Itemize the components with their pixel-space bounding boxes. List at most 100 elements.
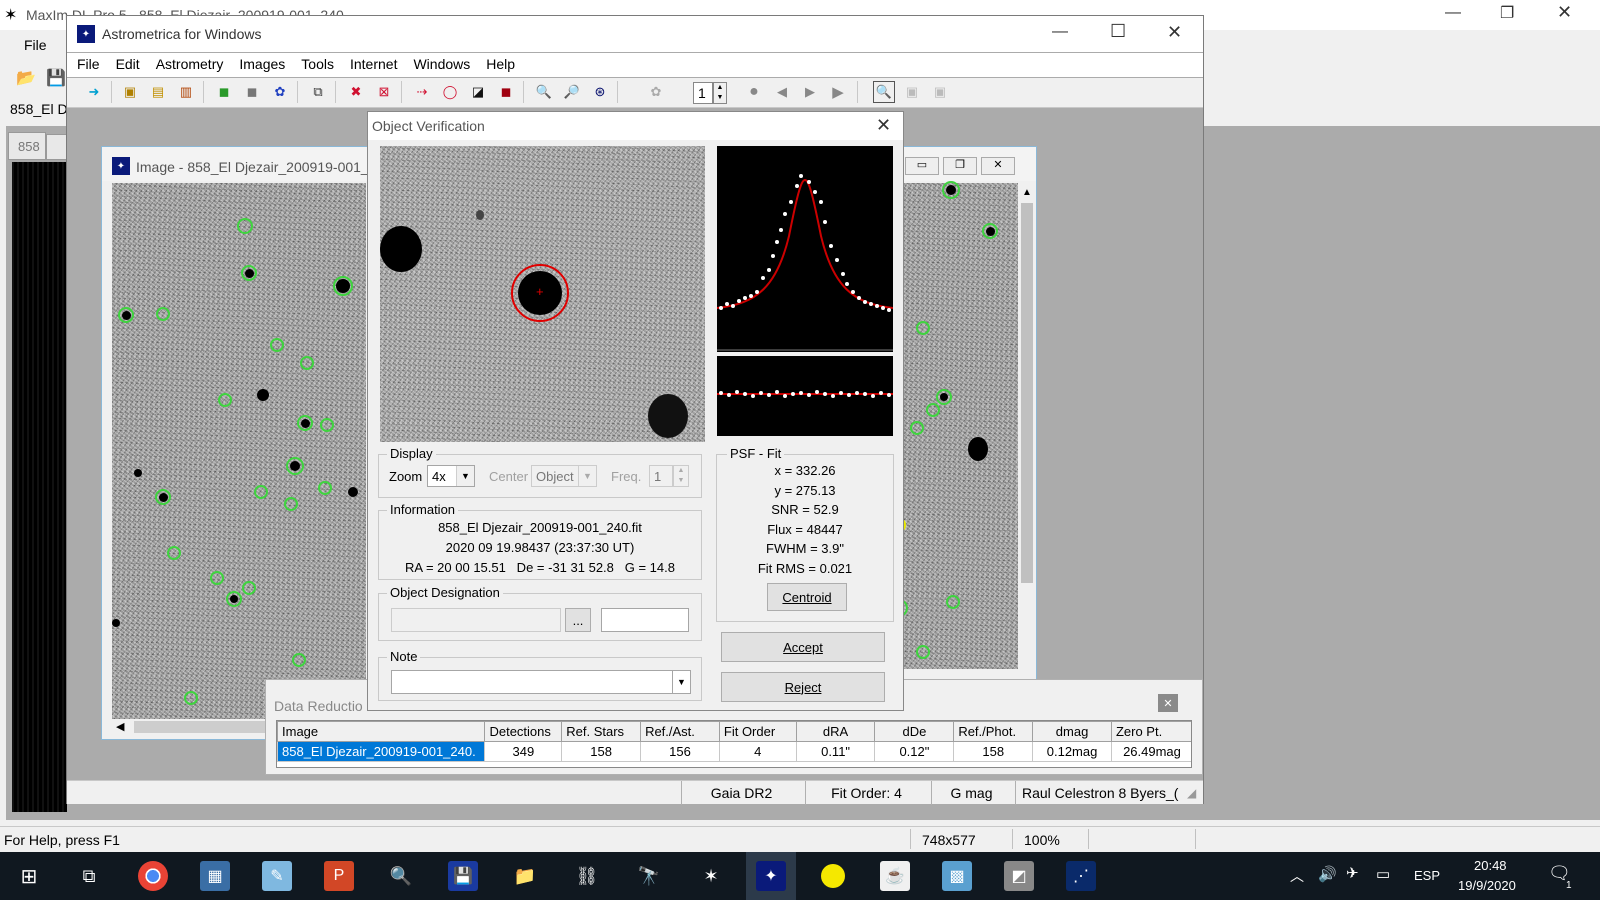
graph-app-icon[interactable]: ⋰ xyxy=(1066,861,1096,891)
battery-icon[interactable]: ▭ xyxy=(1376,865,1390,883)
zoom-select[interactable]: 4x ▼ xyxy=(427,465,475,487)
clear-reduction-icon[interactable]: ⊠ xyxy=(373,81,395,103)
designation-input[interactable] xyxy=(391,608,561,632)
camera-app-icon[interactable]: ◩ xyxy=(1004,861,1034,891)
centroid-button[interactable]: Centroid xyxy=(767,583,847,611)
menu-tools[interactable]: Tools xyxy=(293,53,342,75)
telescope-app-icon[interactable]: 🔭 xyxy=(634,861,664,891)
column-header-ref-ast[interactable]: Ref./Ast. xyxy=(640,721,720,742)
play-icon[interactable]: ▶ xyxy=(827,81,849,103)
scroll-thumb[interactable] xyxy=(1021,203,1033,583)
search-app-icon[interactable]: 🔍 xyxy=(386,861,416,891)
column-header-ref-phot[interactable]: Ref./Phot. xyxy=(953,721,1034,742)
track-and-stack-icon[interactable]: ◪ xyxy=(467,81,489,103)
photometry-icon[interactable]: ◼ xyxy=(495,81,517,103)
cell-zero-pt[interactable]: 26.49mag xyxy=(1110,741,1191,762)
moving-object-icon[interactable]: ⇢ xyxy=(411,81,433,103)
cell-ref-stars[interactable]: 158 xyxy=(561,741,642,762)
magnifier-window-icon[interactable]: 🔍 xyxy=(873,81,895,103)
menu-images[interactable]: Images xyxy=(231,53,293,75)
blink-icon[interactable]: ⧉ xyxy=(307,81,329,103)
chevron-down-icon[interactable]: ▼ xyxy=(578,466,596,486)
file-explorer-icon[interactable]: 📁 xyxy=(510,861,540,891)
close-icon[interactable]: ✕ xyxy=(876,115,891,136)
menu-edit[interactable]: Edit xyxy=(108,53,148,75)
cell-fit-order[interactable]: 4 xyxy=(718,741,797,762)
column-header-fit-order[interactable]: Fit Order xyxy=(718,721,797,742)
menu-astrometry[interactable]: Astrometry xyxy=(148,53,232,75)
freq-input[interactable]: 1 xyxy=(649,465,673,487)
vertical-scrollbar[interactable]: ▲ xyxy=(1018,183,1036,669)
maxim-dl-icon[interactable]: ✶ xyxy=(696,861,726,891)
cell-ref-phot[interactable]: 158 xyxy=(953,741,1034,762)
freq-spinner[interactable]: ▲ ▼ xyxy=(673,465,689,487)
maxim-tab-label[interactable]: 858_El D xyxy=(10,101,68,117)
note-combobox[interactable]: ▼ xyxy=(391,670,691,694)
language-indicator[interactable]: ESP xyxy=(1414,868,1440,883)
chevron-down-icon[interactable]: ▼ xyxy=(672,671,690,693)
circle-icon[interactable]: ◯ xyxy=(439,81,461,103)
chevron-down-icon[interactable]: ▼ xyxy=(456,466,474,486)
center-select[interactable]: Object ▼ xyxy=(531,465,597,487)
zoomed-object-image[interactable]: + xyxy=(380,146,705,442)
chrome-icon[interactable] xyxy=(138,861,168,891)
minimize-icon[interactable]: — xyxy=(1052,23,1068,41)
reject-button[interactable]: Reject xyxy=(721,672,885,702)
cell-ref-ast[interactable]: 156 xyxy=(640,741,720,762)
column-header-zero-pt[interactable]: Zero Pt. xyxy=(1110,721,1191,742)
star-chart-icon[interactable]: ⊛ xyxy=(589,81,611,103)
zoom-out-icon[interactable]: 🔎 xyxy=(561,81,583,103)
frame-number-spinner[interactable]: ▲ ▼ xyxy=(713,82,727,104)
floppy-icon[interactable]: 💾 xyxy=(448,861,478,891)
close-icon[interactable]: ✕ xyxy=(1557,2,1572,23)
tray-chevron-up-icon[interactable]: ︿ xyxy=(1290,866,1304,886)
column-header-detections[interactable]: Detections xyxy=(484,721,563,742)
image-viewer-icon[interactable]: ▩ xyxy=(942,861,972,891)
menu-file[interactable]: File xyxy=(69,53,108,75)
resize-grip-icon[interactable]: ◢ xyxy=(1187,786,1196,800)
network-app-icon[interactable]: ⛓ xyxy=(572,861,602,891)
calibrate-icon[interactable]: ◼ xyxy=(213,81,235,103)
column-header-dmag[interactable]: dmag xyxy=(1032,721,1112,742)
accept-button[interactable]: Accept xyxy=(721,632,885,662)
menu-help[interactable]: Help xyxy=(478,53,523,75)
minimize-icon[interactable]: — xyxy=(1445,4,1461,22)
frame-number-input[interactable]: 1 xyxy=(693,82,713,104)
table-row[interactable]: 858_El Djezair_200919-001_240. 349 158 1… xyxy=(277,741,1191,762)
scroll-up-icon[interactable]: ▲ xyxy=(1022,187,1032,198)
data-reduction-icon[interactable]: ✖ xyxy=(345,81,367,103)
reload-images-icon[interactable]: ▥ xyxy=(175,81,197,103)
open-folder-icon[interactable]: 📂 xyxy=(16,68,36,88)
disabled-tool-icon[interactable]: ▣ xyxy=(929,81,951,103)
image-starfield-right[interactable] xyxy=(886,181,1018,669)
load-images-icon[interactable]: ▣ xyxy=(119,81,141,103)
flat-field-icon[interactable]: ✿ xyxy=(269,81,291,103)
clock-time[interactable]: 20:48 xyxy=(1474,858,1507,873)
cell-image[interactable]: 858_El Djezair_200919-001_240. xyxy=(277,741,486,762)
cell-dde[interactable]: 0.12" xyxy=(874,741,955,762)
close-icon[interactable]: ✕ xyxy=(1167,22,1182,43)
menu-internet[interactable]: Internet xyxy=(342,53,405,75)
designation-browse-button[interactable]: ... xyxy=(565,608,591,632)
maximize-icon[interactable]: ☐ xyxy=(1110,21,1126,42)
maxim-doc-icon-tab[interactable] xyxy=(46,134,68,160)
task-view-icon[interactable]: ⧉ xyxy=(74,861,104,891)
minimize-icon[interactable]: ▭ xyxy=(905,157,939,175)
open-images-icon[interactable]: ▤ xyxy=(147,81,169,103)
clock-date[interactable]: 19/9/2020 xyxy=(1458,878,1516,893)
powerpoint-icon[interactable]: P xyxy=(324,861,354,891)
record-icon[interactable]: ● xyxy=(743,81,765,103)
designation-secondary-input[interactable] xyxy=(601,608,689,632)
cell-dmag[interactable]: 0.12mag xyxy=(1032,741,1112,762)
restore-icon[interactable]: ❐ xyxy=(1500,3,1514,23)
airplane-mode-icon[interactable]: ✈ xyxy=(1346,864,1359,882)
calculator-icon[interactable]: ▦ xyxy=(200,861,230,891)
close-icon[interactable]: ✕ xyxy=(1158,694,1178,712)
windows-start-icon[interactable]: ⊞ xyxy=(14,861,44,891)
java-icon[interactable]: ☕ xyxy=(880,861,910,891)
previous-frame-icon[interactable]: ◀ xyxy=(771,81,793,103)
disabled-tool-icon[interactable]: ▣ xyxy=(901,81,923,103)
restore-icon[interactable]: ❐ xyxy=(943,157,977,175)
yellow-circle-app-icon[interactable] xyxy=(818,861,848,891)
column-header-dra[interactable]: dRA xyxy=(795,721,876,742)
